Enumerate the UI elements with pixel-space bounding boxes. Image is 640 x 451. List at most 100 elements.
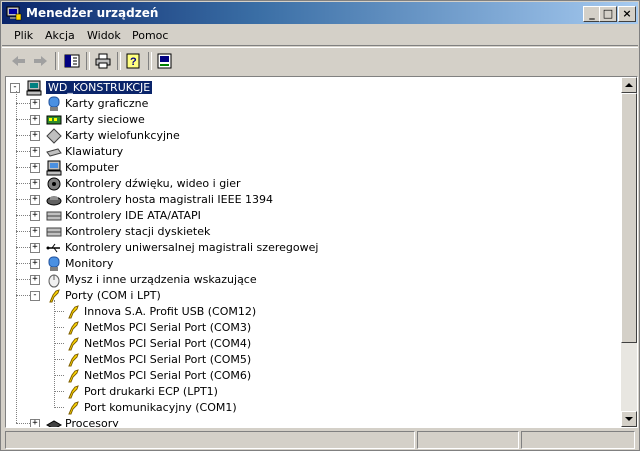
- tree-connector: [16, 135, 30, 136]
- tree-category-row[interactable]: - Porty (COM i LPT): [6, 288, 620, 304]
- tree-connector: [54, 327, 64, 328]
- tree-connector: [54, 343, 64, 344]
- tree-category-row[interactable]: + Procesory: [6, 416, 620, 427]
- tree-connector: [16, 423, 30, 424]
- tree-category-row[interactable]: + Karty sieciowe: [6, 112, 620, 128]
- tree-category-row[interactable]: + Kontrolery dźwięku, wideo i gier: [6, 176, 620, 192]
- expand-icon[interactable]: +: [30, 99, 40, 109]
- expand-icon[interactable]: +: [30, 259, 40, 269]
- monitor-icon: [48, 256, 60, 271]
- expand-icon[interactable]: +: [30, 147, 40, 157]
- tree-device-row[interactable]: Port drukarki ECP (LPT1): [6, 384, 620, 400]
- tree-category-label[interactable]: Kontrolery IDE ATA/ATAPI: [65, 209, 201, 222]
- tree-device-label[interactable]: Innova S.A. Profit USB (COM12): [84, 305, 256, 318]
- tree-category-row[interactable]: + Kontrolery uniwersalnej magistrali szer…: [6, 240, 620, 256]
- tree-category-label[interactable]: Mysz i inne urządzenia wskazujące: [65, 273, 257, 286]
- tree-category-row[interactable]: + Kontrolery hosta magistrali IEEE 1394: [6, 192, 620, 208]
- forward-icon[interactable]: [30, 52, 50, 70]
- status-panel: [521, 431, 635, 449]
- expand-icon[interactable]: +: [30, 211, 40, 221]
- expand-icon[interactable]: +: [30, 131, 40, 141]
- expand-icon[interactable]: +: [30, 179, 40, 189]
- menu-widok[interactable]: Widok: [87, 29, 121, 42]
- floppy-controller-icon: [46, 227, 62, 237]
- tree-connector: [16, 279, 30, 280]
- device-tree-pane: - WD_KONSTRUKCJE + Karty graficzne + Karty …: [5, 76, 638, 428]
- expand-icon[interactable]: +: [30, 115, 40, 125]
- device-manager-app-icon: [6, 6, 22, 21]
- expand-icon[interactable]: +: [30, 163, 40, 173]
- port-icon: [68, 401, 79, 415]
- vertical-scrollbar[interactable]: [621, 77, 637, 427]
- toolbar-separator: [55, 52, 59, 70]
- tree-device-row[interactable]: NetMos PCI Serial Port (COM5): [6, 352, 620, 368]
- tree-category-row[interactable]: + Mysz i inne urządzenia wskazujące: [6, 272, 620, 288]
- tree-category-row[interactable]: + Karty wielofunkcyjne: [6, 128, 620, 144]
- port-icon: [68, 337, 79, 351]
- tree-category-label[interactable]: Karty sieciowe: [65, 113, 145, 126]
- expand-icon[interactable]: +: [30, 275, 40, 285]
- tree-connector: [54, 311, 64, 312]
- expand-icon[interactable]: +: [30, 195, 40, 205]
- collapse-icon[interactable]: -: [10, 83, 20, 93]
- tree-category-row[interactable]: + Karty graficzne: [6, 96, 620, 112]
- expand-icon[interactable]: +: [30, 227, 40, 237]
- menu-plik[interactable]: Plik: [14, 29, 33, 42]
- toolbar-separator: [86, 52, 90, 70]
- help-icon[interactable]: ?: [124, 52, 144, 70]
- tree-connector: [16, 295, 30, 296]
- keyboard-icon: [46, 148, 62, 157]
- scroll-up-button[interactable]: [621, 77, 637, 93]
- tree-category-label[interactable]: Kontrolery hosta magistrali IEEE 1394: [65, 193, 273, 206]
- tree-device-label[interactable]: NetMos PCI Serial Port (COM3): [84, 321, 251, 334]
- tree-connector: [16, 167, 30, 168]
- tree-category-row[interactable]: + Klawiatury: [6, 144, 620, 160]
- tree-category-label[interactable]: Procesory: [65, 417, 119, 427]
- back-icon[interactable]: [9, 52, 29, 70]
- tree-root-row[interactable]: - WD_KONSTRUKCJE: [6, 80, 620, 96]
- tree-device-label[interactable]: NetMos PCI Serial Port (COM5): [84, 353, 251, 366]
- window-title: Menedżer urządzeń: [26, 6, 159, 20]
- tree-root-label[interactable]: WD_KONSTRUKCJE: [44, 80, 154, 95]
- tree-device-label[interactable]: NetMos PCI Serial Port (COM4): [84, 337, 251, 350]
- title-bar[interactable]: Menedżer urządzeń _ □ ×: [2, 2, 638, 24]
- tree-category-label[interactable]: Karty wielofunkcyjne: [65, 129, 180, 142]
- tree-device-row[interactable]: NetMos PCI Serial Port (COM4): [6, 336, 620, 352]
- menu-pomoc[interactable]: Pomoc: [132, 29, 168, 42]
- tree-category-label[interactable]: Porty (COM i LPT): [65, 289, 161, 302]
- close-button[interactable]: ×: [618, 6, 636, 22]
- tree-category-row[interactable]: + Kontrolery stacji dyskietek: [6, 224, 620, 240]
- tree-category-label[interactable]: Monitory: [65, 257, 113, 270]
- tree-device-row[interactable]: NetMos PCI Serial Port (COM3): [6, 320, 620, 336]
- collapse-icon[interactable]: -: [30, 291, 40, 301]
- show-hide-console-tree-icon[interactable]: [62, 52, 82, 70]
- tree-category-label[interactable]: Kontrolery uniwersalnej magistrali szere…: [65, 241, 318, 254]
- tree-device-row[interactable]: NetMos PCI Serial Port (COM6): [6, 368, 620, 384]
- menu-akcja[interactable]: Akcja: [45, 29, 75, 42]
- scrollbar-thumb[interactable]: [621, 93, 637, 343]
- computer-icon: [26, 80, 42, 96]
- status-panel: [5, 431, 415, 449]
- properties-icon[interactable]: [155, 52, 175, 70]
- status-panel: [417, 431, 519, 449]
- tree-category-label[interactable]: Kontrolery stacji dyskietek: [65, 225, 210, 238]
- tree-category-label[interactable]: Komputer: [65, 161, 119, 174]
- expand-icon[interactable]: +: [30, 419, 40, 427]
- tree-category-label[interactable]: Karty graficzne: [65, 97, 148, 110]
- tree-device-row[interactable]: Innova S.A. Profit USB (COM12): [6, 304, 620, 320]
- tree-device-label[interactable]: NetMos PCI Serial Port (COM6): [84, 369, 251, 382]
- tree-category-row[interactable]: + Komputer: [6, 160, 620, 176]
- processor-icon: [46, 420, 62, 427]
- tree-connector: [16, 199, 30, 200]
- tree-device-label[interactable]: Port drukarki ECP (LPT1): [84, 385, 218, 398]
- scroll-down-button[interactable]: [621, 411, 637, 427]
- tree-category-label[interactable]: Kontrolery dźwięku, wideo i gier: [65, 177, 241, 190]
- tree-category-row[interactable]: + Kontrolery IDE ATA/ATAPI: [6, 208, 620, 224]
- print-icon[interactable]: [93, 52, 113, 70]
- tree-device-label[interactable]: Port komunikacyjny (COM1): [84, 401, 237, 414]
- maximize-button[interactable]: □: [599, 6, 617, 22]
- tree-device-row[interactable]: Port komunikacyjny (COM1): [6, 400, 620, 416]
- expand-icon[interactable]: +: [30, 243, 40, 253]
- tree-category-label[interactable]: Klawiatury: [65, 145, 123, 158]
- tree-category-row[interactable]: + Monitory: [6, 256, 620, 272]
